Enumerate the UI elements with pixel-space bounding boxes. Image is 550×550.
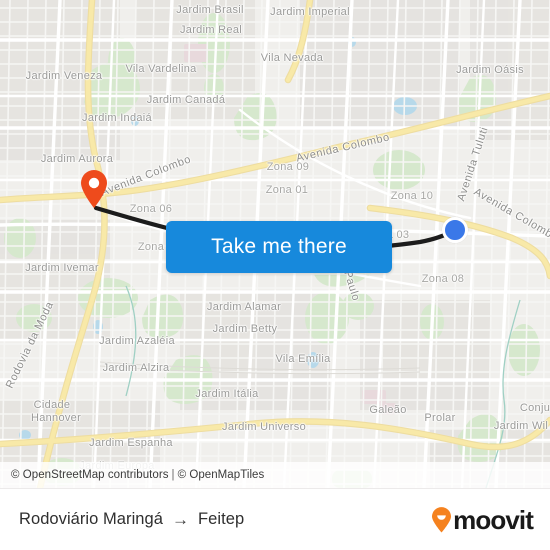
moovit-trip-preview: Jardim Brasil Jardim Imperial Jardim Real V… <box>0 0 550 550</box>
moovit-pin-icon <box>431 506 452 533</box>
attribution-separator: | <box>171 469 175 481</box>
attribution-osm-link[interactable]: © OpenStreetMap contributors <box>11 469 169 481</box>
trip-endpoints: Rodoviário Maringá → Feitep <box>19 510 244 529</box>
trip-origin-label: Rodoviário Maringá <box>19 510 163 528</box>
destination-dot-marker[interactable] <box>442 217 468 243</box>
arrow-right-icon: → <box>171 510 190 529</box>
map-view[interactable]: Jardim Brasil Jardim Imperial Jardim Real V… <box>0 0 550 488</box>
take-me-there-button[interactable]: Take me there <box>166 221 392 273</box>
trip-summary-bar: Rodoviário Maringá → Feitep moovit <box>0 488 550 550</box>
moovit-logo[interactable]: moovit <box>431 504 534 535</box>
trip-destination-label: Feitep <box>198 510 245 528</box>
map-attribution: © OpenStreetMap contributors | © OpenMap… <box>0 462 550 488</box>
attribution-openmaptiles-link[interactable]: © OpenMapTiles <box>178 469 265 481</box>
moovit-wordmark: moovit <box>453 504 534 535</box>
destination-dot <box>442 217 468 243</box>
